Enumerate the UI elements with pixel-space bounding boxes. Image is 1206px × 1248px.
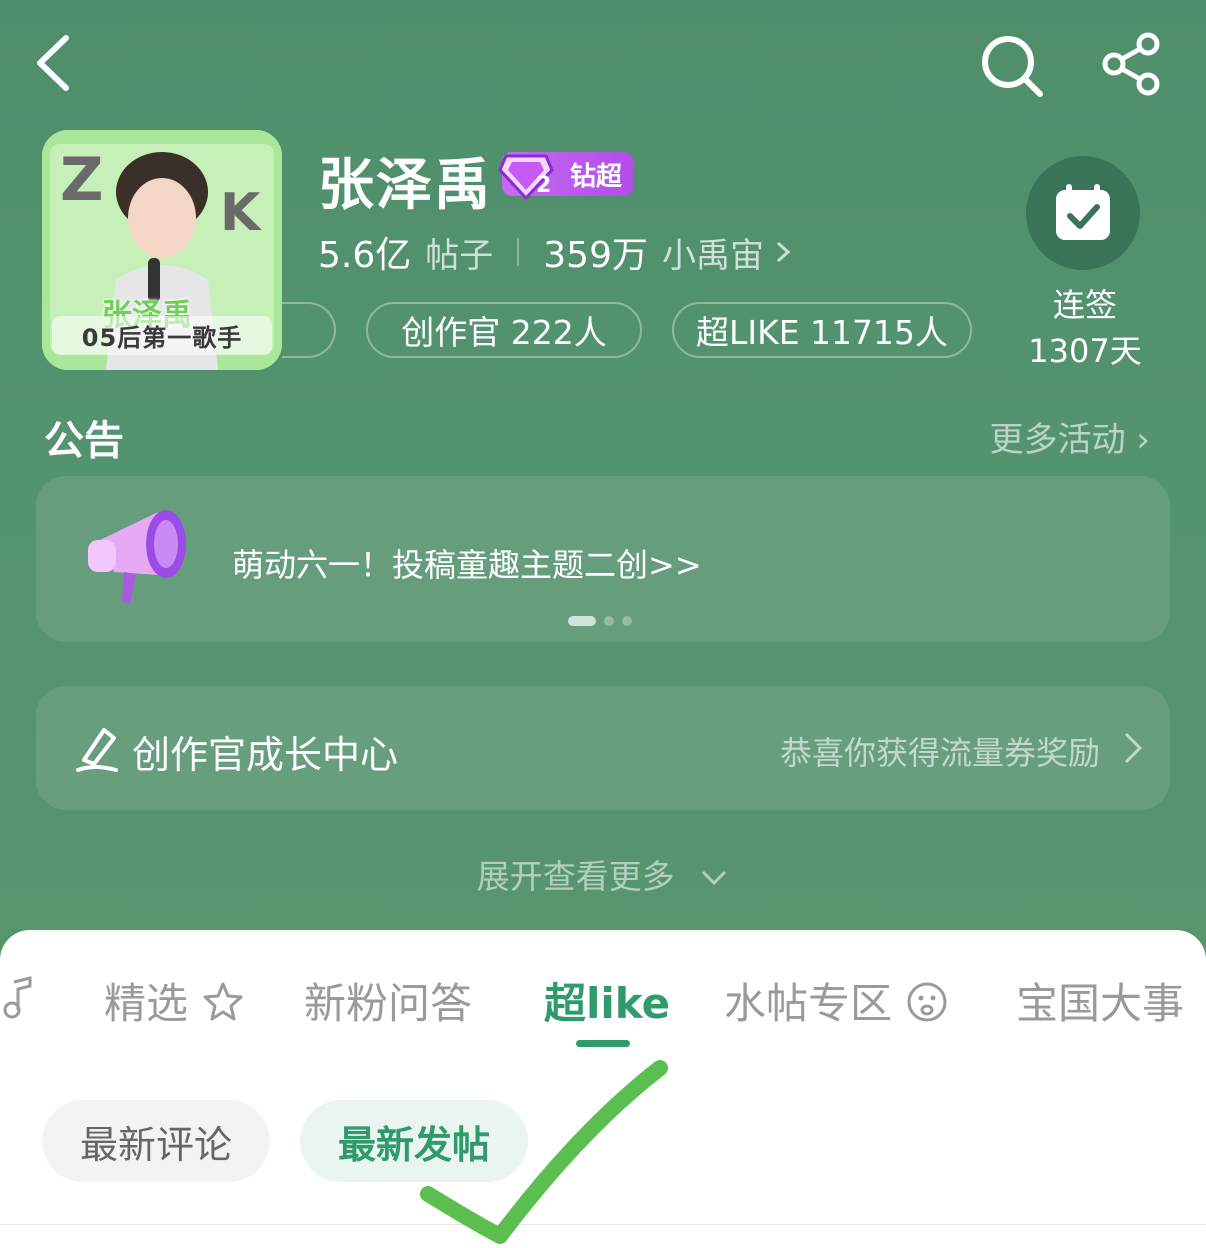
active-tab-indicator: [576, 1040, 630, 1047]
posts-count: 5.6亿: [318, 235, 412, 276]
notice-text[interactable]: 萌动六一！投稿童趣主题二创>>: [232, 540, 702, 586]
growth-reward-text: 恭喜你获得流量券奖励: [779, 734, 1100, 772]
tab-water-posts[interactable]: 水帖专区: [724, 970, 949, 1031]
tab-big-events[interactable]: 宝国大事: [1016, 970, 1184, 1031]
notice-title: 公告: [44, 418, 124, 464]
stats-divider: [517, 238, 520, 266]
checkin-days: 1307天: [1028, 332, 1142, 370]
expand-more-button[interactable]: 展开查看更多: [0, 850, 1206, 898]
back-arrow-icon[interactable]: [28, 30, 84, 96]
fans-count[interactable]: 359万: [543, 226, 648, 278]
posts-label: 帖子: [425, 235, 494, 276]
sheet-divider: [0, 1224, 1206, 1225]
avatar-caption: 05后第一歌手: [52, 316, 272, 355]
carousel-dots: [568, 616, 632, 626]
checkin-button[interactable]: [1026, 156, 1140, 270]
search-icon[interactable]: [978, 32, 1046, 100]
music-note-icon: [3, 976, 32, 1019]
carousel-dot: [604, 616, 614, 626]
fans-label[interactable]: 小禹宙: [662, 228, 764, 277]
chip-partial[interactable]: [282, 302, 336, 358]
star-face-icon: [203, 982, 243, 1021]
checkin-label: 连签: [1052, 286, 1117, 324]
carousel-dot-active: [568, 616, 596, 626]
badge-level: 2: [536, 173, 551, 198]
topic-avatar[interactable]: Z K 张泽禹 05后第一歌手: [42, 130, 282, 370]
carousel-dot: [622, 616, 632, 626]
content-sheet: 精选 新粉问答 超like 水帖专区 宝国大事 最新评论 最新发帖: [0, 930, 1206, 1248]
share-icon[interactable]: [1098, 30, 1166, 98]
tab-super-like[interactable]: 超like: [544, 970, 670, 1031]
growth-center-title: 创作官成长中心: [132, 733, 399, 777]
chevron-right-icon: [1124, 732, 1143, 764]
expand-more-label: 展开查看更多: [476, 857, 675, 896]
chip-creators[interactable]: 创作官 222人: [366, 302, 642, 358]
svg-text:K: K: [220, 183, 262, 243]
svg-text:Z: Z: [60, 145, 104, 215]
megaphone-icon: [88, 510, 186, 604]
more-activities-link[interactable]: 更多活动 ›: [990, 412, 1150, 461]
calendar-check-icon: [1056, 184, 1110, 240]
chevron-down-icon: [702, 870, 727, 886]
creator-growth-card[interactable]: 创作官成长中心 恭喜你获得流量券奖励: [36, 686, 1170, 810]
topic-stats: 5.6亿 帖子 359万 小禹宙: [318, 226, 794, 278]
subtab-latest-comments[interactable]: 最新评论: [42, 1100, 270, 1182]
chevron-right-icon[interactable]: [772, 237, 794, 267]
tab-water-posts-label: 水帖专区: [724, 979, 893, 1028]
chip-super-like[interactable]: 超LIKE 11715人: [672, 302, 972, 358]
tab-newbie-qa[interactable]: 新粉问答: [304, 970, 472, 1031]
diamond-icon: 2: [498, 154, 554, 200]
notice-card[interactable]: 萌动六一！投稿童趣主题二创>>: [36, 476, 1170, 642]
emoji-face-icon: [907, 982, 947, 1022]
level-badge[interactable]: 2 钻超: [498, 152, 634, 200]
pen-icon: [76, 728, 118, 772]
subtab-latest-posts[interactable]: 最新发帖: [300, 1100, 528, 1182]
tab-featured-label: 精选: [104, 979, 189, 1028]
tab-featured[interactable]: 精选: [104, 970, 245, 1031]
badge-label: 钻超: [569, 161, 622, 192]
page-title: 张泽禹: [318, 153, 492, 218]
